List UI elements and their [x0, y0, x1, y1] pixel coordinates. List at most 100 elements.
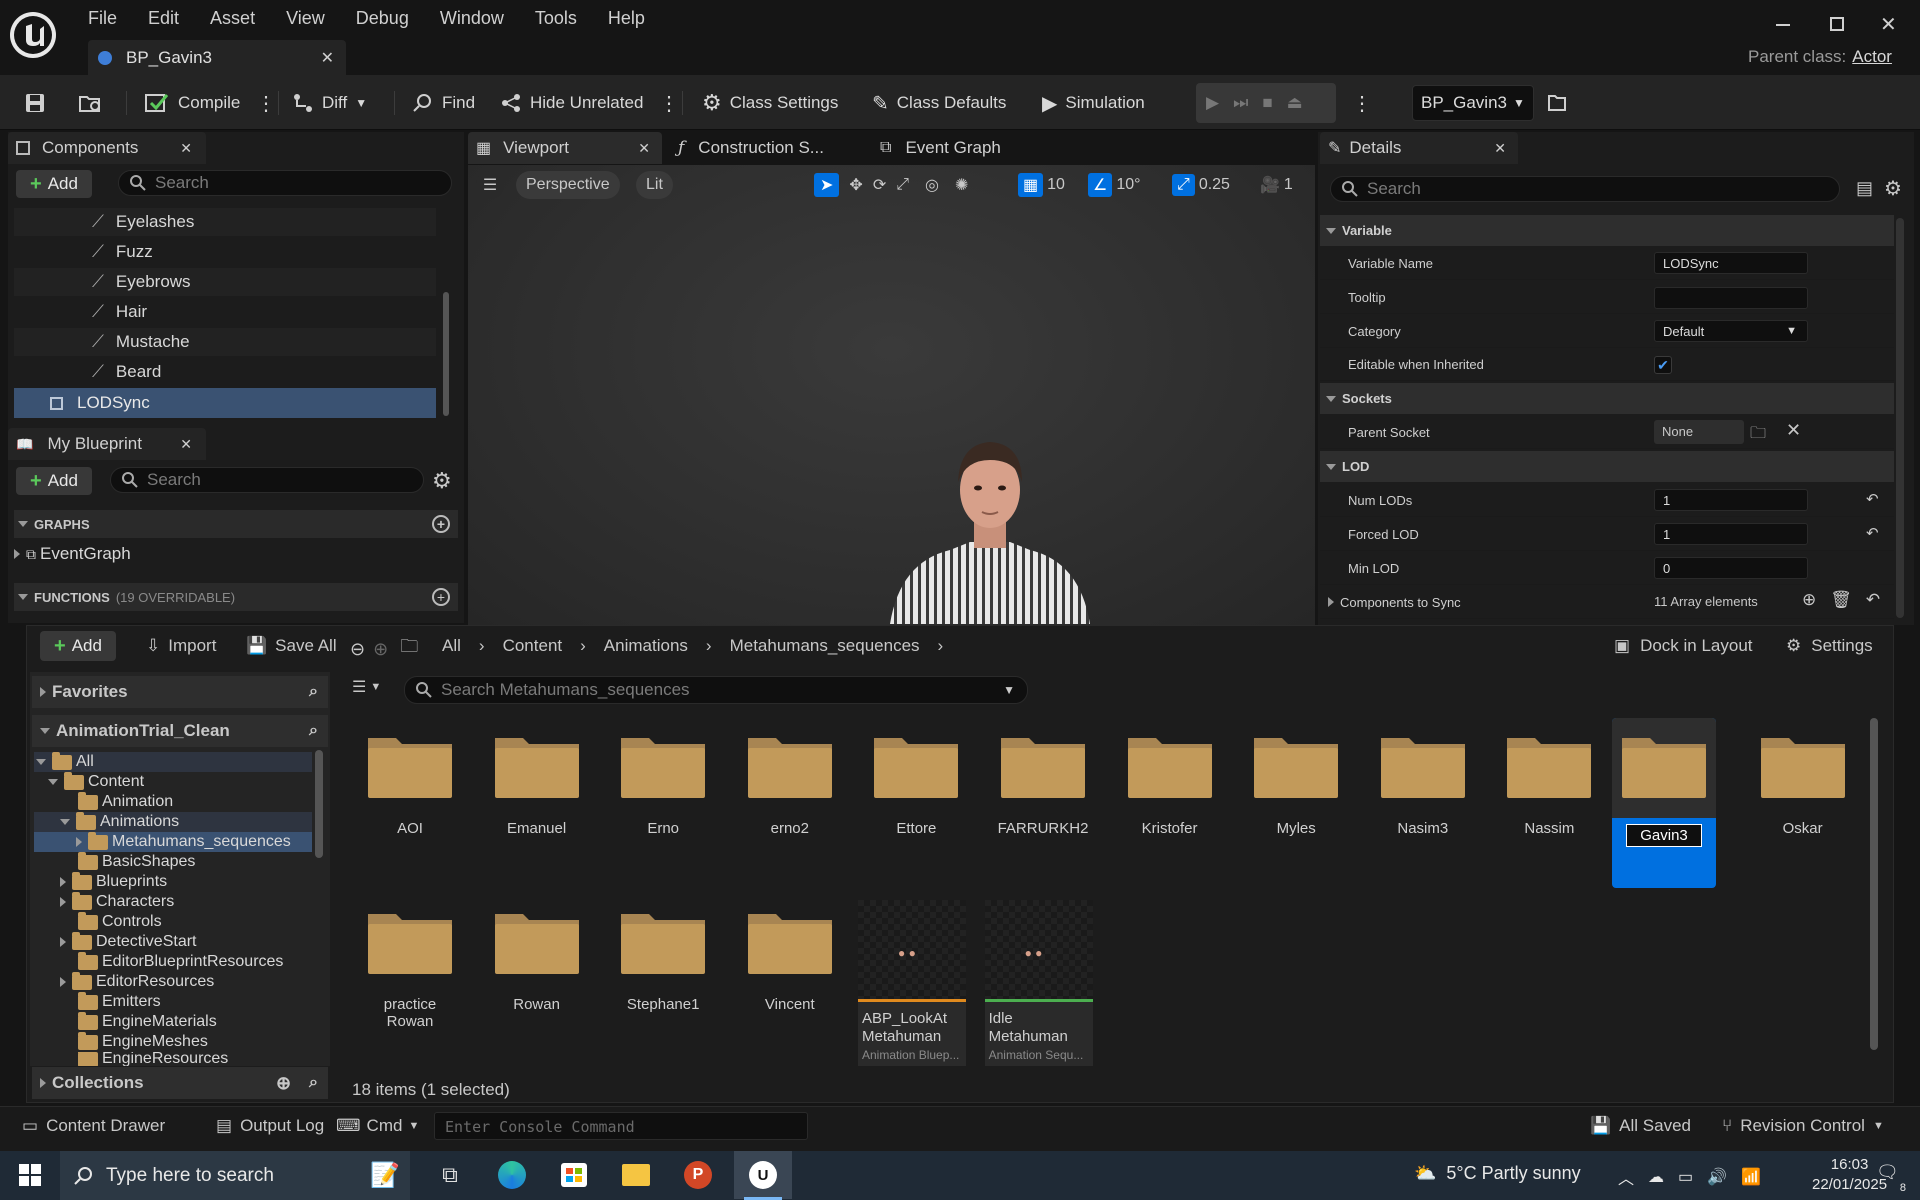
step-icon[interactable]: ⏭: [1233, 93, 1248, 113]
category-select[interactable]: Default ▼: [1654, 320, 1808, 342]
collections-header[interactable]: Collections ⊕ ⌕: [32, 1067, 328, 1099]
scale-snap-control[interactable]: ⤢ 0.25: [1172, 171, 1230, 199]
grid-snap-control[interactable]: ▦ 10: [1018, 171, 1065, 199]
tab-bp-gavin3[interactable]: BP_Gavin3 ✕: [88, 40, 346, 75]
select-icon[interactable]: ➤: [814, 173, 840, 197]
folder-label[interactable]: Gavin3: [1626, 824, 1702, 847]
editable-inherited-checkbox[interactable]: ✔: [1654, 356, 1672, 374]
class-settings-button[interactable]: ⚙ Class Settings: [702, 87, 838, 119]
rotate-icon[interactable]: ⟳: [873, 175, 886, 195]
add-circle-icon[interactable]: +: [432, 515, 450, 533]
tree-folder-item[interactable]: Animation: [34, 791, 312, 812]
search-icon[interactable]: ⌕: [309, 683, 318, 701]
angle-snap-control[interactable]: ∠ 10°: [1088, 171, 1141, 199]
add-circle-icon[interactable]: ⊕: [276, 1073, 291, 1094]
menu-help[interactable]: Help: [608, 8, 645, 29]
breadcrumb-metahumans-sequences[interactable]: Metahumans_sequences: [730, 636, 920, 656]
compile-options-icon[interactable]: ⋮: [256, 87, 276, 119]
component-item[interactable]: ⟋ Fuzz: [14, 238, 436, 266]
chevron-down-icon[interactable]: ▼: [1003, 683, 1015, 697]
menu-window[interactable]: Window: [440, 8, 504, 29]
diff-button[interactable]: Diff ▼: [292, 87, 367, 119]
unreal-taskbar-icon[interactable]: U: [734, 1151, 792, 1199]
chevron-up-icon[interactable]: ︿: [1618, 1165, 1634, 1189]
taskbar-search-box[interactable]: Type here to search 📝: [60, 1151, 410, 1200]
tree-folder-item[interactable]: DetectiveStart: [34, 931, 312, 952]
lit-button[interactable]: Lit: [636, 171, 673, 199]
add-blueprint-item-button[interactable]: + Add: [16, 467, 92, 495]
debug-browse-icon[interactable]: [1546, 87, 1568, 119]
compile-button[interactable]: Compile: [144, 87, 240, 119]
lod-section-header[interactable]: LOD: [1320, 451, 1894, 482]
play-options-icon[interactable]: ⋮: [1352, 87, 1372, 119]
tab-event-graph[interactable]: ⧉ Event Graph: [870, 132, 1070, 164]
wifi-icon[interactable]: 📶: [1741, 1167, 1761, 1187]
tree-folder-item[interactable]: All: [34, 751, 312, 772]
powerpoint-icon[interactable]: P: [674, 1151, 722, 1199]
parent-socket-button[interactable]: None: [1654, 420, 1744, 444]
unreal-logo-icon[interactable]: [10, 12, 56, 58]
tree-folder-item[interactable]: EditorBlueprintResources: [34, 951, 312, 972]
reset-to-default-icon[interactable]: ↶: [1866, 590, 1880, 610]
onedrive-icon[interactable]: ☁: [1648, 1167, 1664, 1187]
windows-start-icon[interactable]: [6, 1151, 54, 1199]
components-search-input[interactable]: Search: [118, 170, 452, 196]
assets-scrollbar[interactable]: [1870, 718, 1878, 1050]
component-item[interactable]: ⟋ Eyebrows: [14, 268, 436, 296]
more-options-icon[interactable]: ⋮: [659, 87, 679, 119]
folder-tile[interactable]: Oskar: [1745, 718, 1861, 888]
browse-icon[interactable]: [78, 87, 104, 119]
folder-tile[interactable]: Emanuel: [479, 718, 595, 888]
tree-scrollbar[interactable]: [315, 750, 323, 858]
tree-folder-item[interactable]: EngineMeshes: [34, 1031, 312, 1052]
close-window-icon[interactable]: ✕: [1880, 12, 1897, 37]
close-panel-icon[interactable]: ✕: [1494, 140, 1506, 157]
translate-icon[interactable]: ✥: [849, 175, 862, 195]
folder-tile[interactable]: FARRURKH2: [985, 718, 1101, 888]
component-item[interactable]: ⟋ Beard: [14, 358, 436, 386]
tree-folder-item[interactable]: Content: [34, 771, 312, 792]
tree-folder-item[interactable]: Animations: [34, 811, 312, 832]
tree-folder-item[interactable]: Characters: [34, 891, 312, 912]
perspective-button[interactable]: Perspective: [516, 171, 620, 199]
browse-socket-icon[interactable]: 🗀: [1750, 422, 1766, 449]
reset-to-default-icon[interactable]: ↶: [1866, 524, 1879, 542]
folder-tile[interactable]: practice Rowan: [352, 904, 468, 1054]
folder-tile[interactable]: AOI: [352, 718, 468, 888]
file-explorer-icon[interactable]: [612, 1151, 660, 1199]
close-panel-icon[interactable]: ✕: [180, 140, 192, 157]
play-icon[interactable]: ▶: [1206, 93, 1219, 113]
num-lods-input[interactable]: 1: [1654, 489, 1808, 511]
tab-viewport[interactable]: ▦ Viewport ✕: [468, 132, 662, 164]
battery-icon[interactable]: ▭: [1678, 1167, 1693, 1187]
sockets-section-header[interactable]: Sockets: [1320, 383, 1894, 414]
graphs-section-header[interactable]: GRAPHS +: [14, 510, 458, 538]
store-icon[interactable]: [550, 1151, 598, 1199]
tree-folder-item[interactable]: Emitters: [34, 991, 312, 1012]
content-settings-button[interactable]: ⚙ Settings: [1786, 636, 1873, 656]
tree-folder-item[interactable]: EngineMaterials: [34, 1011, 312, 1032]
parent-class-link[interactable]: Actor: [1852, 47, 1892, 67]
gear-icon[interactable]: ⚙: [432, 468, 452, 494]
folder-tile[interactable]: Kristofer: [1112, 718, 1228, 888]
close-tab-icon[interactable]: ✕: [638, 140, 650, 157]
class-defaults-button[interactable]: ✎ Class Defaults: [872, 87, 1006, 119]
reset-to-default-icon[interactable]: ↶: [1866, 490, 1879, 508]
add-circle-icon[interactable]: +: [432, 588, 450, 606]
notification-center-icon[interactable]: 🗨 8: [1876, 1162, 1906, 1194]
world-local-icon[interactable]: ◎: [925, 175, 939, 195]
tree-folder-item[interactable]: Metahumans_sequences: [34, 831, 312, 852]
menu-asset[interactable]: Asset: [210, 8, 255, 29]
minimize-icon[interactable]: [1776, 24, 1790, 26]
folder-tile[interactable]: Gavin3: [1612, 718, 1716, 888]
save-icon[interactable]: [24, 87, 46, 119]
component-lodsync[interactable]: LODSync: [14, 388, 436, 418]
folder-tile[interactable]: Myles: [1238, 718, 1354, 888]
content-drawer-button[interactable]: ▭ Content Drawer: [22, 1116, 165, 1136]
gear-icon[interactable]: ⚙: [1884, 176, 1902, 201]
search-icon[interactable]: ⌕: [309, 1074, 318, 1092]
weather-widget[interactable]: ⛅ 5°C Partly sunny: [1414, 1163, 1581, 1184]
revision-control-button[interactable]: ⑂ Revision Control ▼: [1722, 1116, 1884, 1136]
import-button[interactable]: ⇩ Import: [146, 636, 216, 656]
graph-item-eventgraph[interactable]: ⧉ EventGraph: [14, 544, 131, 564]
